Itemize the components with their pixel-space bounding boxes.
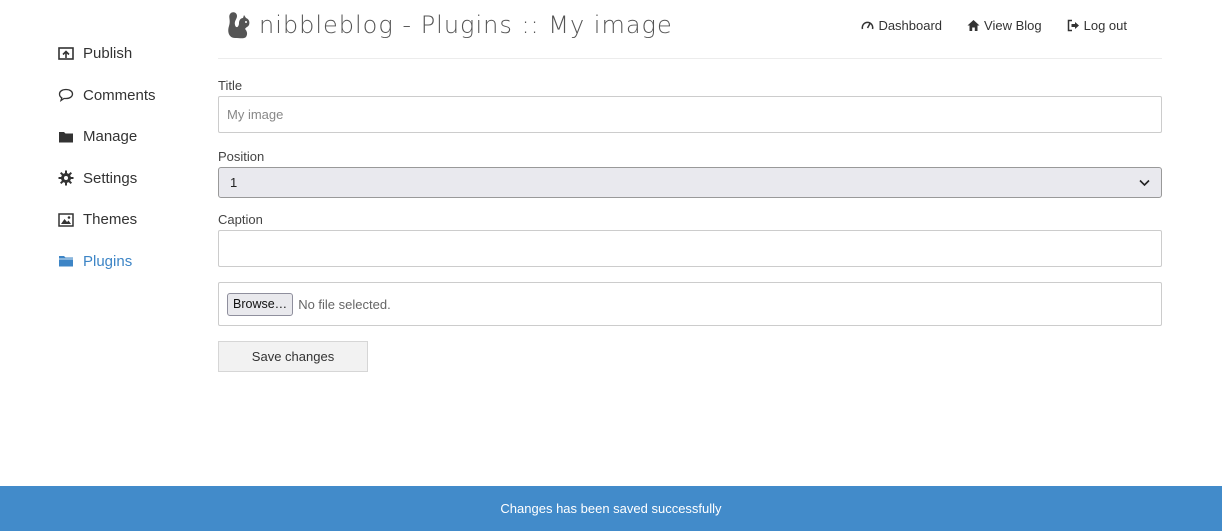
status-message: Changes has been saved successfully [500, 501, 722, 516]
sidebar-item-publish[interactable]: Publish [58, 33, 208, 75]
save-changes-button[interactable]: Save changes [218, 341, 368, 372]
home-icon [967, 19, 980, 32]
dashboard-gauge-icon [861, 19, 874, 32]
folder-icon [58, 129, 74, 145]
plugin-settings-form: Title Position 1 Caption Browse… No file… [218, 78, 1162, 372]
status-notification-bar: Changes has been saved successfully [0, 486, 1222, 531]
view-blog-link-label: View Blog [984, 18, 1042, 33]
position-label: Position [218, 149, 265, 164]
top-nav: Dashboard View Blog Log out [861, 18, 1127, 33]
sidebar-item-comments[interactable]: Comments [58, 75, 208, 117]
sidebar: Publish Comments Manage Settings Themes … [58, 33, 208, 282]
sidebar-item-plugins[interactable]: Plugins [58, 241, 208, 283]
sidebar-item-label: Settings [83, 169, 138, 187]
sidebar-item-label: Comments [83, 86, 156, 104]
caption-label: Caption [218, 212, 263, 227]
position-select[interactable]: 1 [218, 167, 1162, 198]
title-label: Title [218, 78, 243, 93]
sidebar-item-settings[interactable]: Settings [58, 158, 208, 200]
squirrel-logo-icon [226, 10, 252, 40]
title-input[interactable] [218, 96, 1162, 133]
sidebar-item-label: Themes [83, 211, 138, 229]
logout-icon [1067, 19, 1080, 32]
file-upload-field: Browse… No file selected. [218, 282, 1162, 326]
dashboard-link[interactable]: Dashboard [861, 18, 942, 33]
picture-icon [58, 212, 74, 228]
sidebar-item-manage[interactable]: Manage [58, 116, 208, 158]
folder-open-icon [58, 253, 74, 269]
caption-input[interactable] [218, 230, 1162, 267]
sidebar-item-label: Publish [83, 45, 133, 63]
page-title: nibbleblog - Plugins :: My image [259, 11, 673, 39]
logout-link[interactable]: Log out [1067, 18, 1127, 33]
position-select-value: 1 [230, 175, 238, 190]
file-status-text: No file selected. [298, 296, 391, 312]
browse-button[interactable]: Browse… [227, 292, 294, 316]
sidebar-item-label: Plugins [83, 252, 133, 270]
header: nibbleblog - Plugins :: My image Dashboa… [218, 0, 1162, 59]
logout-link-label: Log out [1083, 18, 1127, 33]
dashboard-link-label: Dashboard [878, 18, 943, 33]
view-blog-link[interactable]: View Blog [967, 18, 1042, 33]
chevron-down-icon [1139, 175, 1150, 190]
brand: nibbleblog - Plugins :: My image [226, 10, 673, 40]
sidebar-item-label: Manage [83, 128, 138, 146]
gear-icon [58, 170, 74, 186]
publish-upload-icon [58, 46, 74, 62]
sidebar-item-themes[interactable]: Themes [58, 199, 208, 241]
comment-bubble-icon [58, 87, 74, 103]
